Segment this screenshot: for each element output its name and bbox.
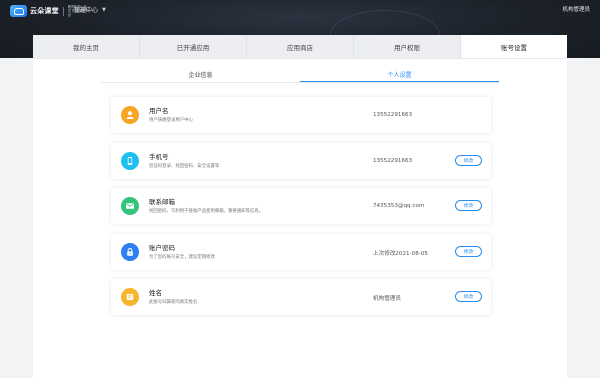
tab-home[interactable]: 我的主页 (33, 35, 140, 58)
phone-icon (121, 151, 139, 170)
caret-down-icon: ▼ (102, 6, 106, 13)
tab-user-permissions[interactable]: 用户权限 (354, 35, 461, 58)
tab-app-store[interactable]: 应用商店 (247, 35, 354, 58)
sub-tabs: 企业信息 个人设置 (101, 67, 499, 83)
main-panel: 我的主页 已开通应用 应用商店 用户权限 账号设置 企业信息 个人设置 用户名 … (33, 35, 567, 378)
setting-username: 用户名 用户快捷登录用户中心 13552291663 (111, 97, 491, 133)
setting-description: 此账号归属者的真实姓名 (149, 300, 198, 305)
setting-email: 联系邮箱 找回密码，写利用于接收产品使用邮箱，重要通知等信息。 7435353@… (111, 188, 491, 224)
management-center-label: 管理中心 (74, 7, 99, 14)
management-center-menu[interactable]: 管理中心 ▼ (74, 5, 106, 15)
setting-password: 账户密码 为了您的账号安全，建议定期修改 上次修改2021-08-05 修改 (111, 233, 491, 270)
setting-value: 机构管理员 (373, 296, 401, 302)
edit-password-button[interactable]: 修改 (455, 245, 482, 257)
subtab-company-info[interactable]: 企业信息 (101, 67, 300, 82)
setting-value: 13552291663 (373, 157, 413, 164)
logo-divider (62, 6, 64, 16)
user-menu[interactable]: 机构管理员 (562, 5, 590, 13)
setting-title: 姓名 (149, 289, 162, 297)
setting-name: 姓名 此账号归属者的真实姓名 机构管理员 修改 (111, 279, 491, 315)
user-icon (121, 106, 139, 124)
edit-email-button[interactable]: 修改 (455, 200, 482, 211)
edit-phone-button[interactable]: 修改 (455, 154, 482, 166)
settings-list: 用户名 用户快捷登录用户中心 13552291663 手机号 验证码登录、找回密… (111, 97, 491, 325)
signature-icon (121, 288, 139, 306)
setting-description: 为了您的账号安全，建议定期修改 (149, 254, 215, 260)
setting-phone: 手机号 验证码登录、找回密码、安全设置等 13552291663 修改 (111, 142, 491, 179)
main-tabs: 我的主页 已开通应用 应用商店 用户权限 账号设置 (33, 35, 567, 59)
setting-description: 找回密码，写利用于接收产品使用邮箱，重要通知等信息。 (149, 209, 264, 214)
mail-icon (121, 197, 139, 215)
setting-title: 手机号 (149, 152, 169, 161)
tab-opened-apps[interactable]: 已开通应用 (140, 35, 247, 58)
tab-account-settings[interactable]: 账号设置 (461, 35, 567, 58)
setting-value: 上次修改2021-08-05 (373, 250, 428, 257)
edit-name-button[interactable]: 修改 (455, 291, 482, 302)
setting-value: 13552291663 (373, 112, 413, 118)
setting-title: 用户名 (149, 107, 169, 115)
setting-description: 验证码登录、找回密码、安全设置等 (149, 163, 220, 169)
setting-value: 7435353@qq.com (373, 203, 425, 209)
setting-title: 联系邮箱 (149, 198, 175, 206)
cloud-logo-icon (10, 5, 27, 17)
lock-icon (121, 242, 139, 261)
logo-name: 云朵课堂 (30, 7, 59, 15)
setting-title: 账户密码 (149, 243, 175, 252)
subtab-personal-settings[interactable]: 个人设置 (300, 67, 499, 82)
setting-description: 用户快捷登录用户中心 (149, 118, 193, 123)
